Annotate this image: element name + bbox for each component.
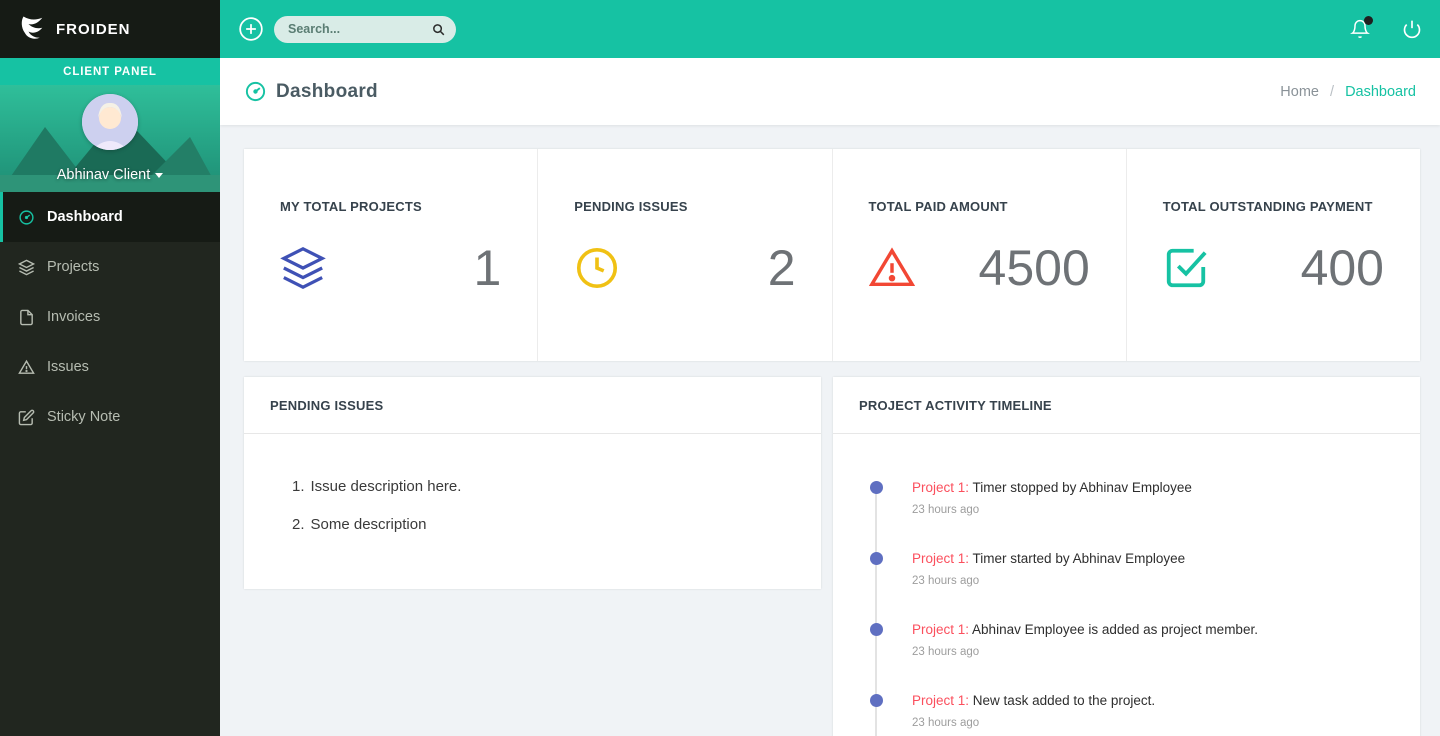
timeline-project-link[interactable]: Project 1: [912, 622, 969, 637]
timeline-dot [870, 694, 883, 707]
warning-triangle-icon [869, 245, 915, 291]
timeline-dot [870, 552, 883, 565]
warning-triangle-icon [18, 359, 35, 376]
issue-number: 2. [292, 516, 305, 533]
timeline-project-link[interactable]: Project 1: [912, 480, 969, 495]
edit-note-icon [18, 409, 35, 426]
timeline-time: 23 hours ago [912, 646, 1400, 658]
issue-list-item: 2. Some description [292, 516, 821, 533]
timeline-project-link[interactable]: Project 1: [912, 551, 969, 566]
topbar-actions [1350, 19, 1422, 39]
breadcrumb: Home / Dashboard [1280, 84, 1416, 100]
timeline-project-link[interactable]: Project 1: [912, 693, 969, 708]
timeline-dot [870, 481, 883, 494]
user-name-label: Abhinav Client [57, 167, 151, 183]
timeline-text: Timer started by Abhinav Employee [973, 551, 1186, 566]
search-box[interactable] [274, 16, 456, 43]
sidebar-item-issues[interactable]: Issues [0, 342, 220, 392]
timeline-text: New task added to the project. [973, 693, 1155, 708]
stat-value: 1 [473, 239, 501, 297]
stat-outstanding-payment: TOTAL OUTSTANDING PAYMENT 400 [1127, 149, 1420, 361]
timeline-entry: Project 1: Timer stopped by Abhinav Empl… [912, 480, 1400, 516]
page-header: Dashboard Home / Dashboard [220, 58, 1440, 125]
check-square-icon [1163, 245, 1209, 291]
dashboard-icon [18, 209, 35, 226]
issue-text: Some description [311, 516, 427, 533]
stat-total-projects: MY TOTAL PROJECTS 1 [244, 149, 538, 361]
file-icon [18, 309, 35, 326]
user-profile[interactable]: Abhinav Client [0, 85, 220, 192]
brand-name: FROIDEN [56, 21, 131, 38]
sidebar-item-invoices[interactable]: Invoices [0, 292, 220, 342]
logo-bar[interactable]: FROIDEN [0, 0, 220, 58]
breadcrumb-separator: / [1330, 84, 1334, 100]
add-button[interactable] [238, 16, 264, 42]
stat-value: 4500 [979, 239, 1090, 297]
pending-issues-card: PENDING ISSUES 1. Issue description here.… [244, 377, 821, 589]
stat-label: PENDING ISSUES [574, 199, 801, 214]
stat-label: TOTAL PAID AMOUNT [869, 199, 1096, 214]
stat-label: MY TOTAL PROJECTS [280, 199, 507, 214]
timeline-time: 23 hours ago [912, 504, 1400, 516]
sidebar-item-sticky-note[interactable]: Sticky Note [0, 392, 220, 442]
topbar [220, 0, 1440, 58]
logout-power-button[interactable] [1402, 19, 1422, 39]
sidebar-item-label: Dashboard [47, 209, 123, 225]
sidebar-item-label: Projects [47, 259, 99, 275]
issue-list-item: 1. Issue description here. [292, 478, 821, 495]
sidebar-item-label: Sticky Note [47, 409, 120, 425]
sidebar: FROIDEN CLIENT PANEL Abhinav Cli [0, 0, 220, 736]
sidebar-item-projects[interactable]: Projects [0, 242, 220, 292]
stat-value: 400 [1301, 239, 1384, 297]
timeline-time: 23 hours ago [912, 575, 1400, 587]
timeline-entry: Project 1: New task added to the project… [912, 693, 1400, 729]
timeline-dot [870, 623, 883, 636]
chevron-down-icon [155, 173, 163, 178]
panel-label: CLIENT PANEL [0, 58, 220, 85]
user-name[interactable]: Abhinav Client [0, 167, 220, 183]
stat-pending-issues: PENDING ISSUES 2 [538, 149, 832, 361]
breadcrumb-home-link[interactable]: Home [1280, 84, 1319, 100]
timeline-text: Abhinav Employee is added as project mem… [972, 622, 1258, 637]
issue-number: 1. [292, 478, 305, 495]
timeline-text: Timer stopped by Abhinav Employee [973, 480, 1192, 495]
sidebar-item-label: Issues [47, 359, 89, 375]
layers-icon [18, 259, 35, 276]
page-title: Dashboard [276, 81, 378, 103]
timeline-entry: Project 1: Abhinav Employee is added as … [912, 622, 1400, 658]
notifications-button[interactable] [1350, 19, 1370, 39]
search-input[interactable] [288, 22, 431, 36]
notification-badge [1364, 16, 1373, 25]
sidebar-item-dashboard[interactable]: Dashboard [0, 192, 220, 242]
clock-icon [574, 245, 620, 291]
layers-icon [280, 245, 326, 291]
activity-timeline-card: PROJECT ACTIVITY TIMELINE Project 1: Tim… [833, 377, 1420, 736]
stat-label: TOTAL OUTSTANDING PAYMENT [1163, 199, 1390, 214]
issue-text: Issue description here. [311, 478, 462, 495]
timeline-title: PROJECT ACTIVITY TIMELINE [833, 377, 1420, 434]
stat-total-paid: TOTAL PAID AMOUNT 4500 [833, 149, 1127, 361]
main-content: MY TOTAL PROJECTS 1 PENDING ISSUES 2 TOT… [220, 125, 1440, 736]
breadcrumb-current: Dashboard [1345, 84, 1416, 100]
timeline-entry: Project 1: Timer started by Abhinav Empl… [912, 551, 1400, 587]
stats-card: MY TOTAL PROJECTS 1 PENDING ISSUES 2 TOT… [244, 149, 1420, 361]
sidebar-item-label: Invoices [47, 309, 100, 325]
stat-value: 2 [768, 239, 796, 297]
sidebar-nav: Dashboard Projects Invoices Issues Stick… [0, 192, 220, 442]
dashboard-icon [244, 80, 267, 103]
timeline-time: 23 hours ago [912, 717, 1400, 729]
pending-issues-title: PENDING ISSUES [244, 377, 821, 434]
avatar[interactable] [82, 94, 138, 150]
search-icon[interactable] [431, 22, 446, 37]
bird-logo-icon [16, 14, 46, 44]
